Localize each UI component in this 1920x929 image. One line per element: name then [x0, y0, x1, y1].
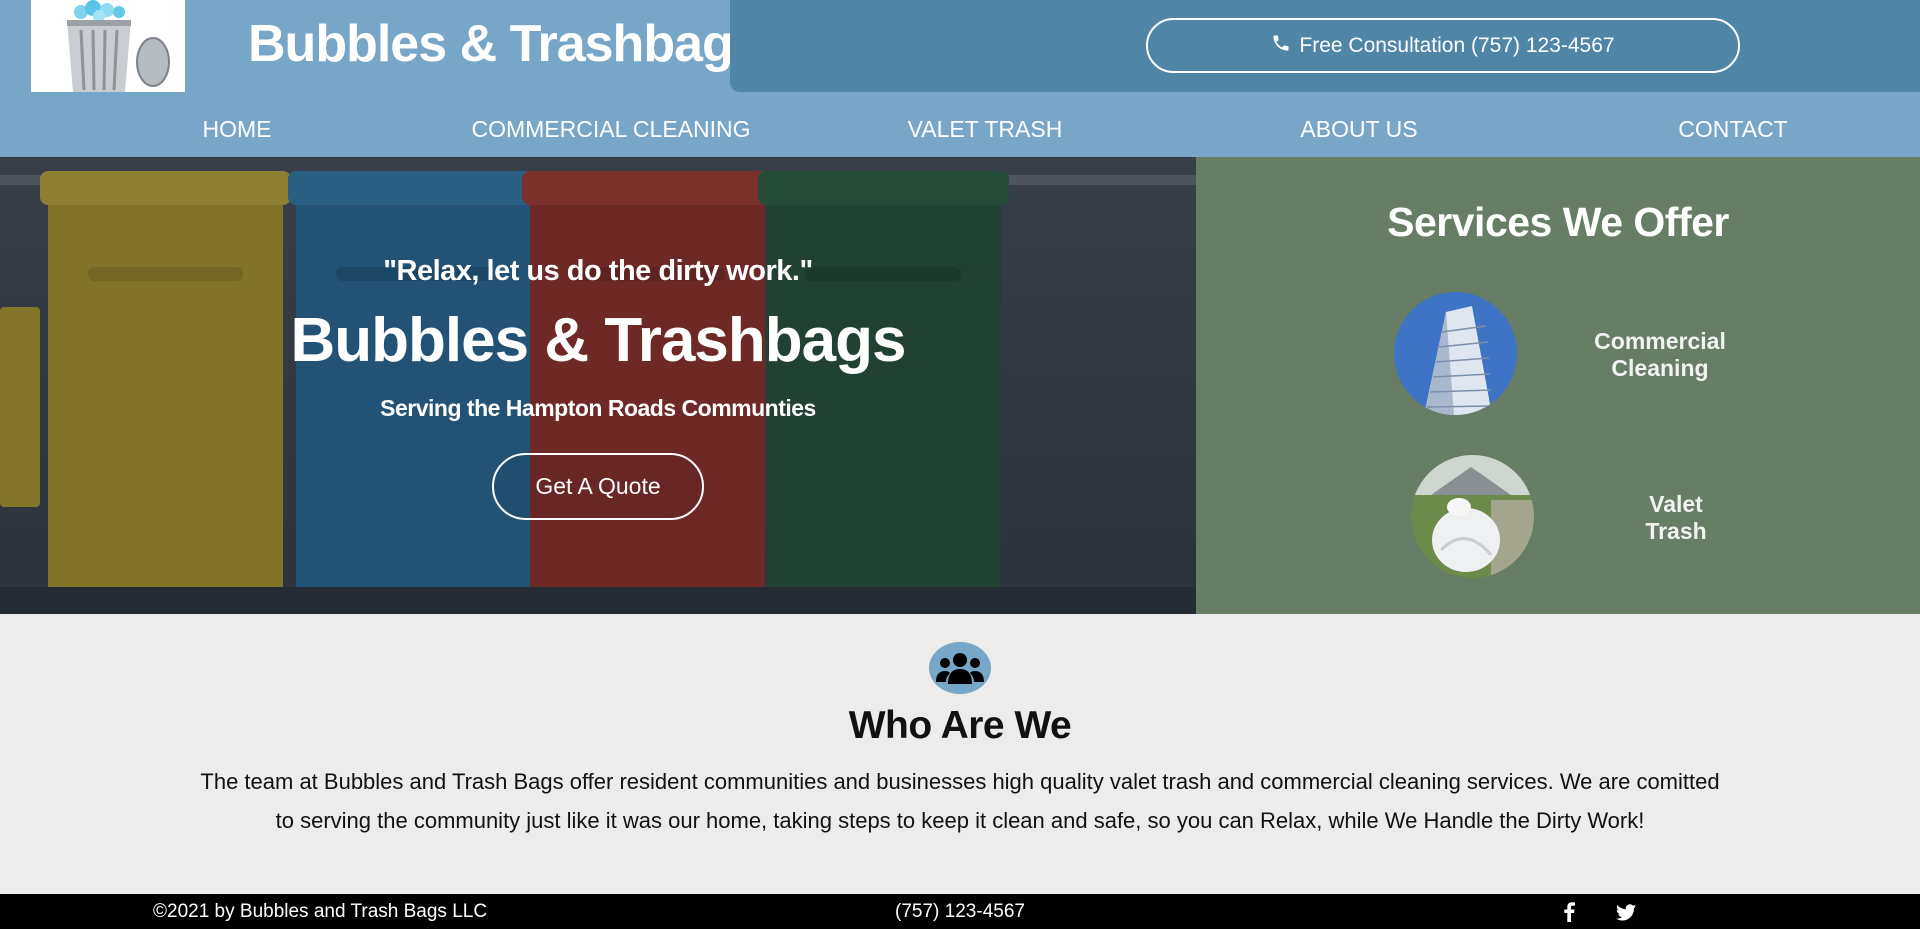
phone-icon: [1271, 33, 1291, 59]
commercial-cleaning-link[interactable]: Commercial Cleaning: [1594, 328, 1726, 382]
twitter-icon[interactable]: [1615, 902, 1637, 922]
get-a-quote-button[interactable]: Get A Quote: [492, 453, 704, 520]
logo[interactable]: [31, 0, 185, 92]
services-panel: Services We Offer Commercial Cleaning Va…: [1196, 157, 1920, 614]
brand-title: Bubbles & Trashbags: [248, 15, 762, 73]
facebook-icon[interactable]: [1558, 902, 1580, 922]
free-consultation-label: Free Consultation (757) 123-4567: [1299, 33, 1615, 57]
nav-item-home[interactable]: HOME: [203, 116, 272, 143]
site-footer: ©2021 by Bubbles and Trash Bags LLC (757…: [0, 894, 1920, 929]
footer-phone[interactable]: (757) 123-4567: [895, 901, 1025, 923]
services-title: Services We Offer: [1387, 199, 1729, 245]
who-are-we-section: Who Are We The team at Bubbles and Trash…: [0, 614, 1920, 894]
nav-item-commercial-cleaning[interactable]: COMMERCIAL CLEANING: [471, 116, 750, 143]
who-are-we-text: The team at Bubbles and Trash Bags offer…: [200, 769, 1720, 833]
nav-item-valet-trash[interactable]: VALET TRASH: [908, 116, 1063, 143]
main-nav: HOME COMMERCIAL CLEANING VALET TRASH ABO…: [0, 92, 1920, 157]
hero-tagline: "Relax, let us do the dirty work.": [383, 255, 813, 287]
nav-item-about-us[interactable]: ABOUT US: [1300, 116, 1417, 143]
nav-item-contact[interactable]: CONTACT: [1678, 116, 1787, 143]
who-are-we-title: Who Are We: [848, 704, 1072, 747]
commercial-cleaning-label-line1: Commercial: [1594, 328, 1726, 354]
free-consultation-button[interactable]: Free Consultation (757) 123-4567: [1146, 18, 1740, 73]
valet-trash-image[interactable]: [1411, 455, 1534, 578]
valet-trash-link[interactable]: Valet Trash: [1645, 491, 1706, 545]
valet-trash-label-line2: Trash: [1645, 518, 1707, 544]
hero-title: Bubbles & Trashbags: [290, 306, 907, 375]
site-header: Bubbles & Trashbags Free Consultation (7…: [0, 0, 1920, 157]
hero-overlay: [0, 157, 1196, 614]
hero-section: "Relax, let us do the dirty work." Bubbl…: [0, 157, 1196, 614]
valet-trash-label-line1: Valet: [1649, 491, 1703, 517]
users-icon: [929, 642, 991, 694]
commercial-cleaning-label-line2: Cleaning: [1611, 355, 1709, 381]
commercial-cleaning-image[interactable]: [1394, 292, 1517, 415]
copyright-text: ©2021 by Bubbles and Trash Bags LLC: [153, 901, 488, 922]
hero-subtitle: Serving the Hampton Roads Communties: [380, 395, 816, 421]
